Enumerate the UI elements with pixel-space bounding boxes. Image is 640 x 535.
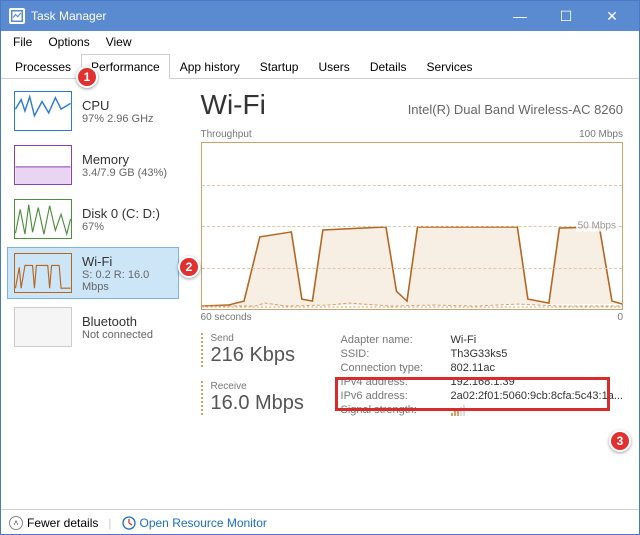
conn-key: Connection type: bbox=[341, 362, 451, 374]
content-area: CPU 97% 2.96 GHz Memory 3.4/7.9 GB (43%)… bbox=[1, 79, 639, 509]
footer: ˄ Fewer details | Open Resource Monitor bbox=[1, 509, 639, 535]
ssid-val: Th3G33ks5 bbox=[451, 348, 508, 360]
fewer-details-link[interactable]: Fewer details bbox=[27, 516, 98, 530]
window-title: Task Manager bbox=[31, 9, 497, 23]
tab-details[interactable]: Details bbox=[360, 54, 417, 79]
graph-mid-label: 50 Mbps bbox=[576, 221, 618, 232]
bluetooth-thumb-icon bbox=[14, 307, 72, 347]
callout-1: 1 bbox=[76, 66, 98, 88]
callout-2: 2 bbox=[178, 256, 200, 278]
ipv6-val: 2a02:2f01:5060:9cb:8cfa:5c43:1a... bbox=[451, 390, 623, 402]
menu-options[interactable]: Options bbox=[40, 33, 97, 51]
menu-file[interactable]: File bbox=[5, 33, 40, 51]
disk-thumb-icon bbox=[14, 199, 72, 239]
menu-view[interactable]: View bbox=[98, 33, 140, 51]
sidebar-item-disk[interactable]: Disk 0 (C: D:) 67% bbox=[7, 193, 179, 245]
ipv4-key: IPv4 address: bbox=[341, 376, 451, 388]
sidebar-item-cpu[interactable]: CPU 97% 2.96 GHz bbox=[7, 85, 179, 137]
cpu-sub: 97% 2.96 GHz bbox=[82, 113, 154, 125]
wifi-title: Wi-Fi bbox=[82, 254, 172, 269]
tab-app-history[interactable]: App history bbox=[170, 54, 250, 79]
app-icon bbox=[9, 8, 25, 24]
memory-title: Memory bbox=[82, 152, 167, 167]
sidebar-item-memory[interactable]: Memory 3.4/7.9 GB (43%) bbox=[7, 139, 179, 191]
ipv4-val: 192.168.1.39 bbox=[451, 376, 515, 388]
cpu-thumb-icon bbox=[14, 91, 72, 131]
adapter-key: Adapter name: bbox=[341, 334, 451, 346]
sidebar-item-wifi[interactable]: Wi-Fi S: 0.2 R: 16.0 Mbps bbox=[7, 247, 179, 299]
send-value: 216 Kbps bbox=[211, 344, 321, 367]
conn-val: 802.11ac bbox=[451, 362, 495, 374]
disk-sub: 67% bbox=[82, 221, 160, 233]
sidebar-item-bluetooth[interactable]: Bluetooth Not connected bbox=[7, 301, 179, 353]
cpu-title: CPU bbox=[82, 98, 154, 113]
minimize-button[interactable]: — bbox=[497, 1, 543, 31]
signal-key: Signal strength: bbox=[341, 404, 451, 416]
main-panel: Wi-Fi Intel(R) Dual Band Wireless-AC 826… bbox=[185, 79, 639, 509]
graph-zero-label: 0 bbox=[617, 312, 623, 323]
receive-value: 16.0 Mbps bbox=[211, 392, 321, 415]
send-label: Send bbox=[211, 333, 321, 344]
ipv6-key: IPv6 address: bbox=[341, 390, 451, 402]
title-bar: Task Manager — ☐ ✕ bbox=[1, 1, 639, 31]
wifi-thumb-icon bbox=[14, 253, 72, 293]
tab-startup[interactable]: Startup bbox=[250, 54, 309, 79]
open-resource-monitor-link[interactable]: Open Resource Monitor bbox=[140, 516, 267, 530]
close-button[interactable]: ✕ bbox=[589, 1, 635, 31]
receive-label: Receive bbox=[211, 381, 321, 392]
tab-services[interactable]: Services bbox=[417, 54, 483, 79]
memory-sub: 3.4/7.9 GB (43%) bbox=[82, 167, 167, 179]
resource-monitor-icon bbox=[122, 516, 136, 530]
adapter-name-header: Intel(R) Dual Band Wireless-AC 8260 bbox=[408, 102, 623, 117]
throughput-graph: 50 Mbps bbox=[201, 142, 623, 310]
bluetooth-sub: Not connected bbox=[82, 329, 153, 341]
disk-title: Disk 0 (C: D:) bbox=[82, 206, 160, 221]
wifi-sub: S: 0.2 R: 16.0 Mbps bbox=[82, 269, 172, 293]
graph-time-label: 60 seconds bbox=[201, 312, 252, 323]
tab-users[interactable]: Users bbox=[308, 54, 359, 79]
memory-thumb-icon bbox=[14, 145, 72, 185]
menu-bar: File Options View bbox=[1, 31, 639, 53]
tab-processes[interactable]: Processes bbox=[5, 54, 81, 79]
sidebar: CPU 97% 2.96 GHz Memory 3.4/7.9 GB (43%)… bbox=[1, 79, 185, 509]
signal-strength-icon bbox=[451, 404, 465, 416]
ssid-key: SSID: bbox=[341, 348, 451, 360]
main-title: Wi-Fi bbox=[201, 89, 266, 121]
chevron-up-icon: ˄ bbox=[9, 516, 23, 530]
separator: | bbox=[108, 516, 111, 530]
callout-3: 3 bbox=[609, 430, 631, 452]
adapter-val: Wi-Fi bbox=[451, 334, 477, 346]
throughput-max: 100 Mbps bbox=[579, 129, 623, 140]
throughput-label: Throughput bbox=[201, 129, 252, 140]
maximize-button[interactable]: ☐ bbox=[543, 1, 589, 31]
bluetooth-title: Bluetooth bbox=[82, 314, 153, 329]
